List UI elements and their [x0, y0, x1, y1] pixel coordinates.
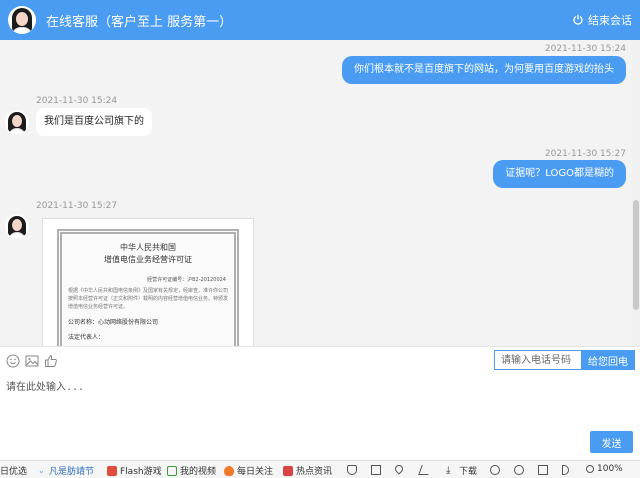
end-chat-label: 结束会话: [588, 14, 632, 27]
license-image[interactable]: 中华人民共和国 增值电信业务经营许可证 经营许可证编号：沪B2-20120024…: [42, 218, 254, 346]
license-document: 中华人民共和国 增值电信业务经营许可证 经营许可证编号：沪B2-20120024…: [57, 229, 239, 346]
chat-scrollbar[interactable]: [632, 40, 640, 346]
license-legal-rep: 法定代表人：: [68, 334, 105, 341]
statusbar-item-video[interactable]: 我的视频: [167, 464, 216, 477]
statusbar-download[interactable]: ⤓ 下载: [446, 464, 477, 477]
phone-number-input[interactable]: [494, 350, 581, 370]
emoji-icon[interactable]: [6, 354, 20, 368]
power-icon: [573, 14, 583, 25]
end-chat-button[interactable]: 结束会话: [572, 12, 632, 28]
rocket-icon[interactable]: [418, 465, 432, 475]
image-icon[interactable]: [25, 354, 39, 368]
message-list[interactable]: 2021-11-30 15:24 你们根本就不是百度旗下的网站，为何要用百度游戏…: [0, 40, 632, 346]
chat-title: 在线客服（客户至上 服务第一）: [46, 14, 233, 30]
statusbar-item[interactable]: 日优选: [0, 464, 27, 477]
message-timestamp: 2021-11-30 15:24: [36, 96, 118, 106]
browser-statusbar: 日优选 ⌄ 凡是肪靖节 Flash游戏 我的视频 每日关注 热点资讯 ⤓ 下载 …: [0, 460, 640, 478]
message-bubble-outgoing: 你们根本就不是百度旗下的网站，为何要用百度游戏的抬头: [342, 56, 626, 84]
callback-button[interactable]: 给您回电: [581, 350, 635, 370]
message-bubble-incoming: 我们是百度公司旗下的: [36, 108, 152, 136]
message-timestamp: 2021-11-30 15:24: [544, 44, 626, 54]
fire-icon: [224, 465, 234, 476]
agent-avatar: [5, 214, 29, 238]
agent-avatar: [8, 6, 36, 34]
statusbar-item-flash[interactable]: Flash游戏: [107, 464, 162, 477]
composer-toolbar: 给您回电: [0, 346, 640, 374]
send-button[interactable]: 发送: [590, 431, 633, 453]
zoom-icon: [586, 465, 594, 473]
zoom-control[interactable]: 100%: [586, 464, 623, 474]
message-bubble-outgoing: 证据呢？LOGO都是糊的: [493, 160, 626, 188]
message-input[interactable]: [6, 378, 626, 428]
license-number: 经营许可证编号：沪B2-20120024: [147, 277, 226, 283]
statusbar-item[interactable]: ⌄ 凡是肪靖节: [38, 464, 94, 478]
statusbar-item-daily[interactable]: 每日关注: [224, 464, 273, 477]
scroll-thumb[interactable]: [633, 200, 639, 310]
statusbar-item-news[interactable]: 热点资讯: [283, 464, 332, 477]
chat-header: 在线客服（客户至上 服务第一） 结束会话: [0, 0, 640, 40]
game-icon[interactable]: [490, 465, 500, 475]
video-icon: [167, 465, 177, 476]
chevron-icon: ⌄: [38, 465, 45, 475]
license-company: 公司名称：心动网络股份有限公司: [68, 319, 159, 326]
news-icon: [283, 465, 293, 476]
message-timestamp: 2021-11-30 15:27: [544, 149, 626, 159]
globe-icon[interactable]: [514, 465, 524, 475]
heart-icon[interactable]: [393, 463, 405, 475]
flash-icon: [107, 465, 117, 476]
download-icon: ⤓: [446, 464, 451, 476]
license-body: 根据《中华人民共和国电信条例》及国家有关规定，经审查，准许你公司按照本经营许可证…: [68, 288, 229, 310]
speaker-icon[interactable]: [562, 465, 569, 475]
thumbs-up-icon[interactable]: [44, 354, 58, 368]
message-timestamp: 2021-11-30 15:27: [36, 201, 118, 211]
screenshot-icon[interactable]: [371, 465, 381, 475]
license-title: 中华人民共和国 增值电信业务经营许可证: [104, 243, 192, 264]
shield-icon[interactable]: [347, 465, 357, 475]
composer: 发送: [0, 374, 640, 460]
agent-avatar: [5, 110, 29, 134]
window-icon[interactable]: [538, 465, 548, 475]
